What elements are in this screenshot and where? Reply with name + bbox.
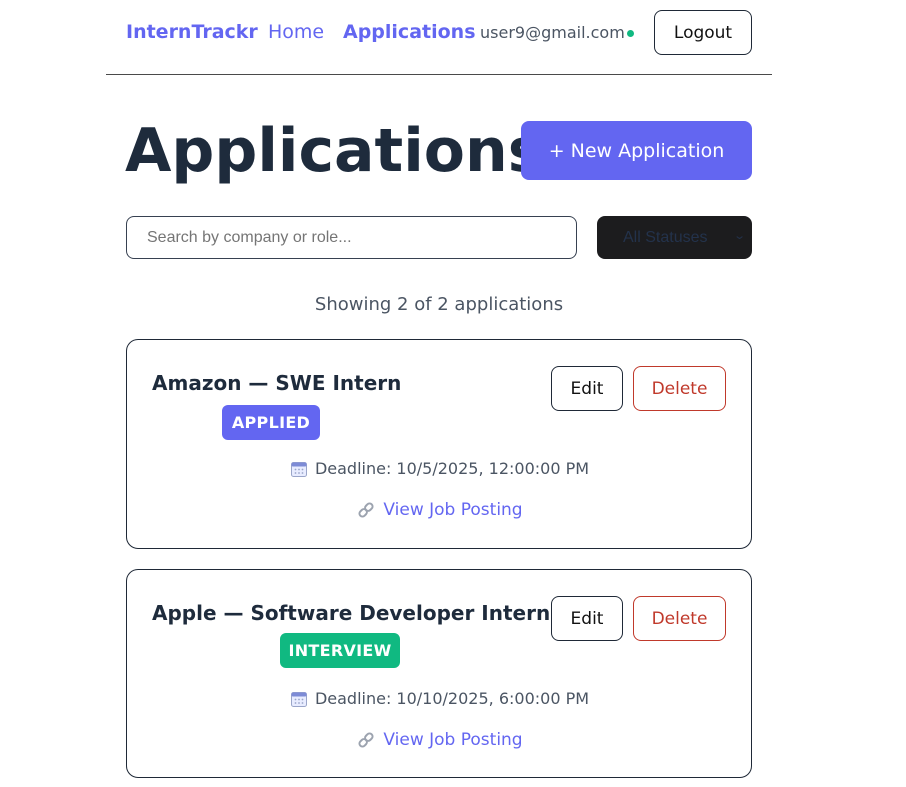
new-application-button[interactable]: + New Application <box>521 121 752 180</box>
brand-logo[interactable]: InternTrackr <box>126 21 258 43</box>
status-filter-select[interactable]: All Statuses ⌄ <box>597 216 752 259</box>
deadline-row: Deadline: 10/5/2025, 12:00:00 PM <box>127 459 753 478</box>
nav-link-applications[interactable]: Applications <box>343 21 476 43</box>
job-link-label: View Job Posting <box>383 500 523 520</box>
application-title: Apple — Software Developer Intern <box>152 601 551 625</box>
chevron-down-icon: ⌄ <box>732 229 746 242</box>
status-badge: APPLIED <box>222 405 320 440</box>
page-title: Applications <box>125 116 544 186</box>
results-summary: Showing 2 of 2 applications <box>314 294 564 315</box>
status-badge: INTERVIEW <box>280 633 400 668</box>
deadline-text: Deadline: 10/10/2025, 6:00:00 PM <box>314 689 590 708</box>
top-navbar: InternTrackr Home Applications user9@gma… <box>106 0 772 75</box>
job-link-label: View Job Posting <box>383 730 523 750</box>
edit-button[interactable]: Edit <box>551 596 623 641</box>
delete-button[interactable]: Delete <box>633 596 726 641</box>
search-input[interactable] <box>126 216 577 259</box>
deadline-row: Deadline: 10/10/2025, 6:00:00 PM <box>127 689 753 708</box>
edit-button[interactable]: Edit <box>551 366 623 411</box>
delete-button[interactable]: Delete <box>633 366 726 411</box>
online-status-dot <box>627 30 634 37</box>
application-card: Apple — Software Developer Intern INTERV… <box>126 569 752 778</box>
logout-button[interactable]: Logout <box>654 10 752 55</box>
calendar-icon <box>290 461 307 477</box>
status-filter-value: All Statuses <box>623 228 708 246</box>
view-job-posting-link[interactable]: View Job Posting <box>127 730 753 750</box>
view-job-posting-link[interactable]: View Job Posting <box>127 500 753 520</box>
user-email: user9@gmail.com <box>480 23 625 42</box>
application-card: Amazon — SWE Intern APPLIED Edit Delete … <box>126 339 752 549</box>
link-icon <box>357 731 375 749</box>
application-title: Amazon — SWE Intern <box>152 371 402 395</box>
deadline-text: Deadline: 10/5/2025, 12:00:00 PM <box>314 459 590 478</box>
calendar-icon <box>290 691 307 707</box>
link-icon <box>357 501 375 519</box>
nav-link-home[interactable]: Home <box>268 21 324 43</box>
